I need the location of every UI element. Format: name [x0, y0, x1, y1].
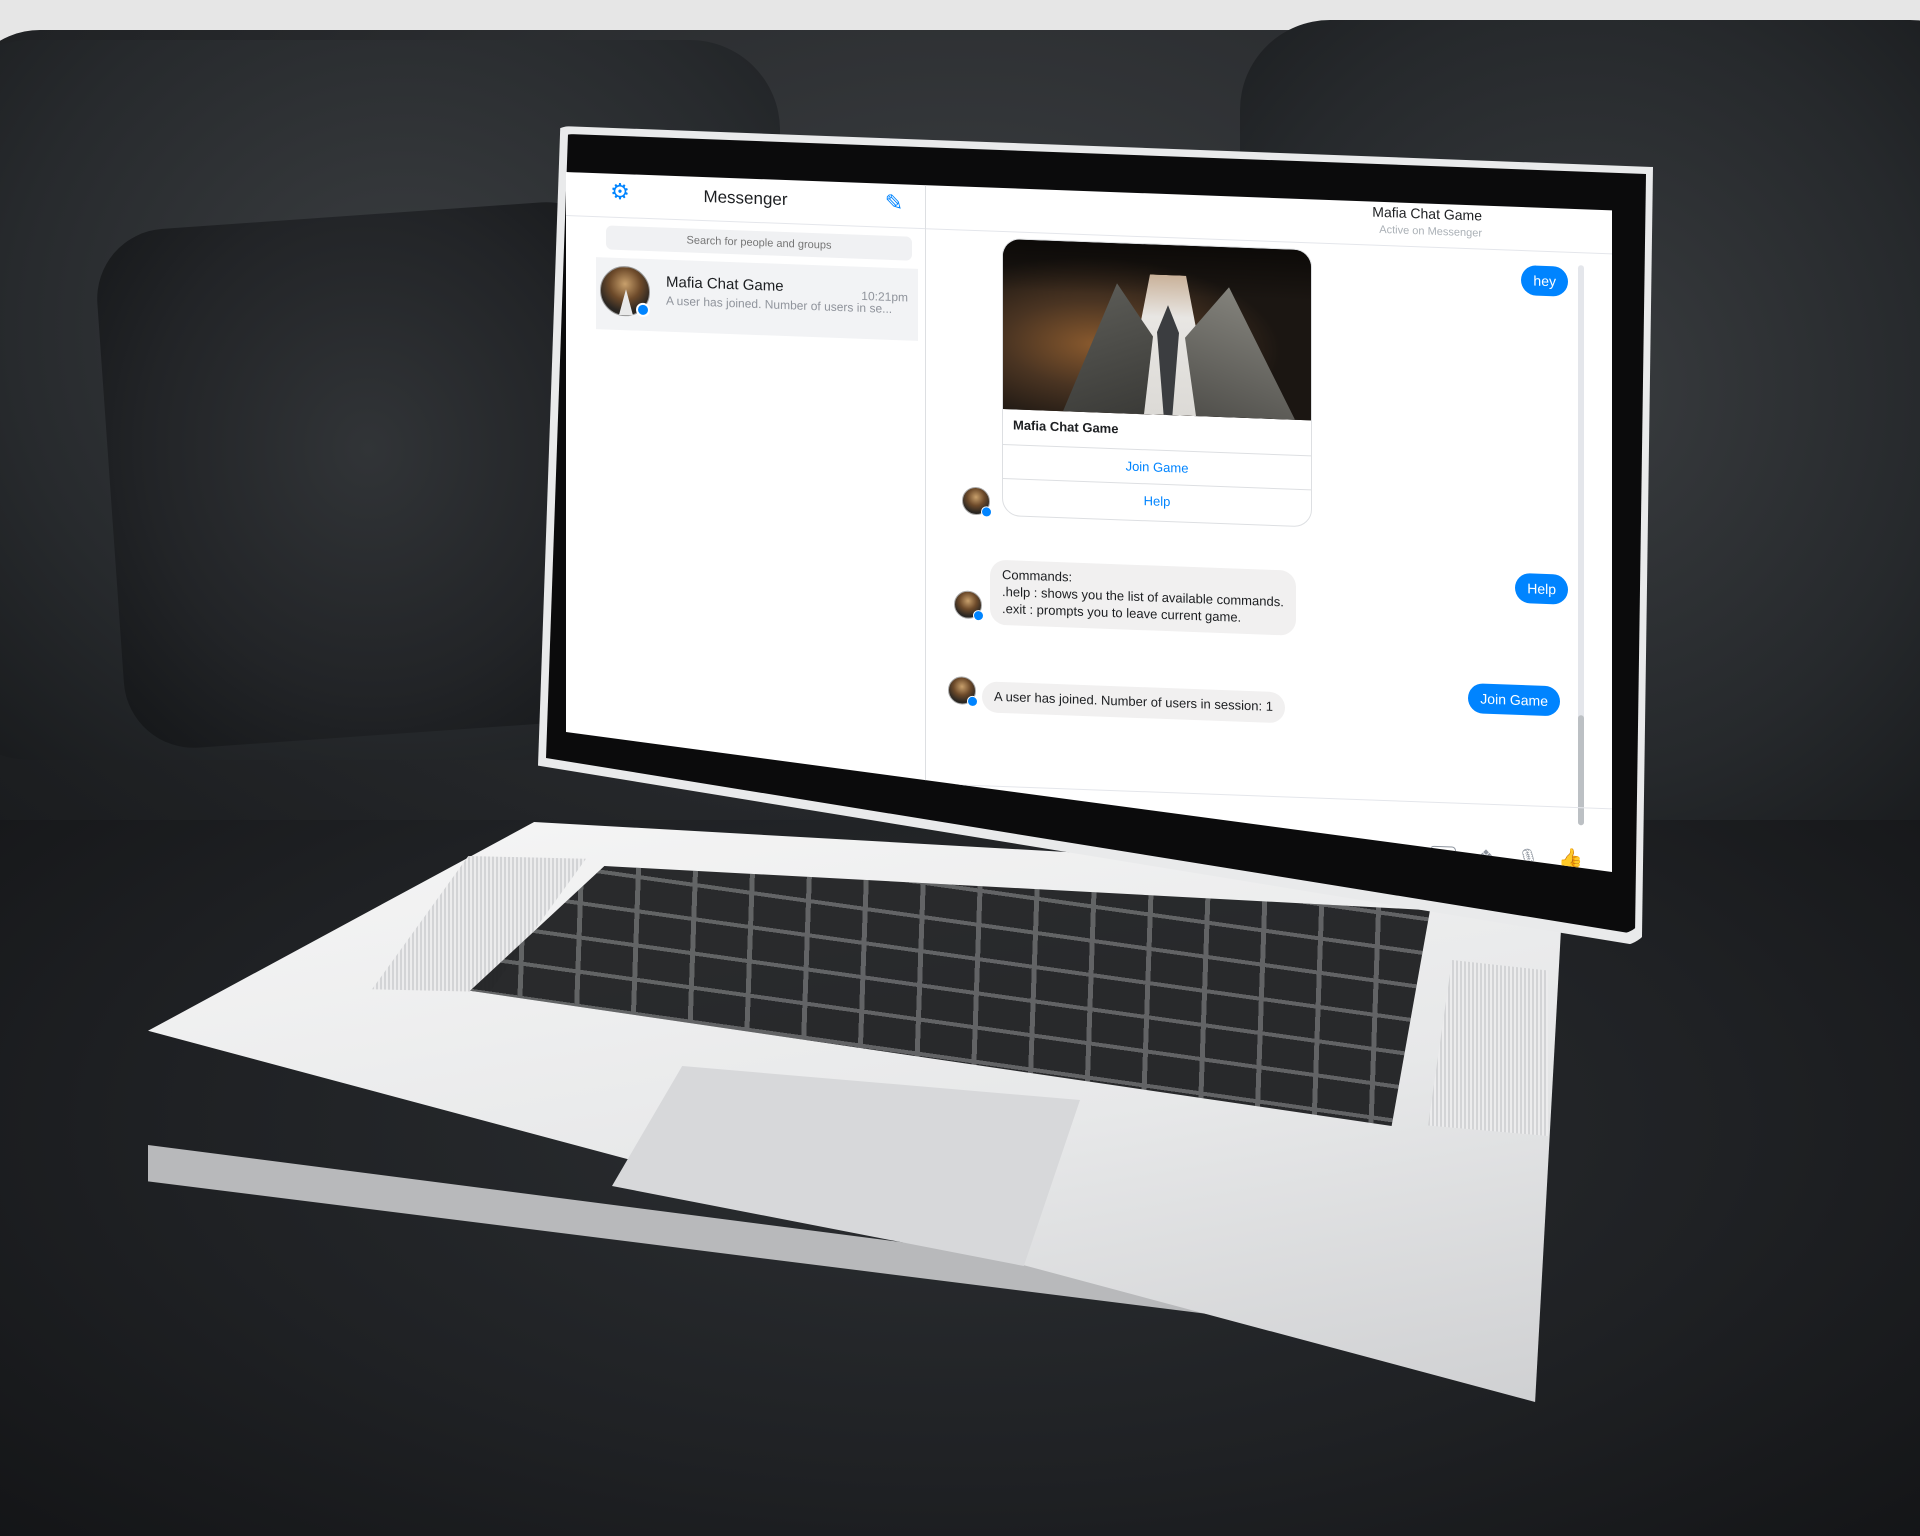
sidebar-header: ⚙ Messenger ✎ [566, 172, 925, 230]
card-image [1003, 239, 1312, 421]
messenger-badge-icon [636, 302, 650, 318]
avatar [948, 676, 976, 706]
conversation-name: Mafia Chat Game [666, 273, 784, 295]
game-card: Mafia Chat Game Join Game Help [1002, 237, 1312, 528]
message-outgoing: hey [1521, 265, 1568, 297]
search-input[interactable] [606, 225, 912, 261]
message-incoming: Commands: .help : shows you the list of … [990, 559, 1296, 636]
contact-status: Active on Messenger [1379, 223, 1482, 240]
card-image-lapel-right [1185, 286, 1295, 420]
avatar [962, 486, 990, 516]
card-image-lapel-left [1063, 281, 1153, 414]
message-outgoing: Help [1515, 572, 1568, 605]
chat-panel: Mafia Chat Game Active on Messenger hey … [926, 185, 1612, 872]
message-incoming: A user has joined. Number of users in se… [982, 681, 1285, 724]
sidebar-title: Messenger [703, 187, 788, 210]
compose-icon[interactable]: ✎ [881, 190, 907, 217]
scrollbar[interactable] [1578, 265, 1584, 826]
message-outgoing: Join Game [1468, 683, 1560, 717]
conversation-item[interactable]: Mafia Chat Game 10:21pm A user has joine… [596, 257, 918, 341]
avatar [954, 590, 982, 620]
contact-name[interactable]: Mafia Chat Game [1372, 204, 1482, 224]
